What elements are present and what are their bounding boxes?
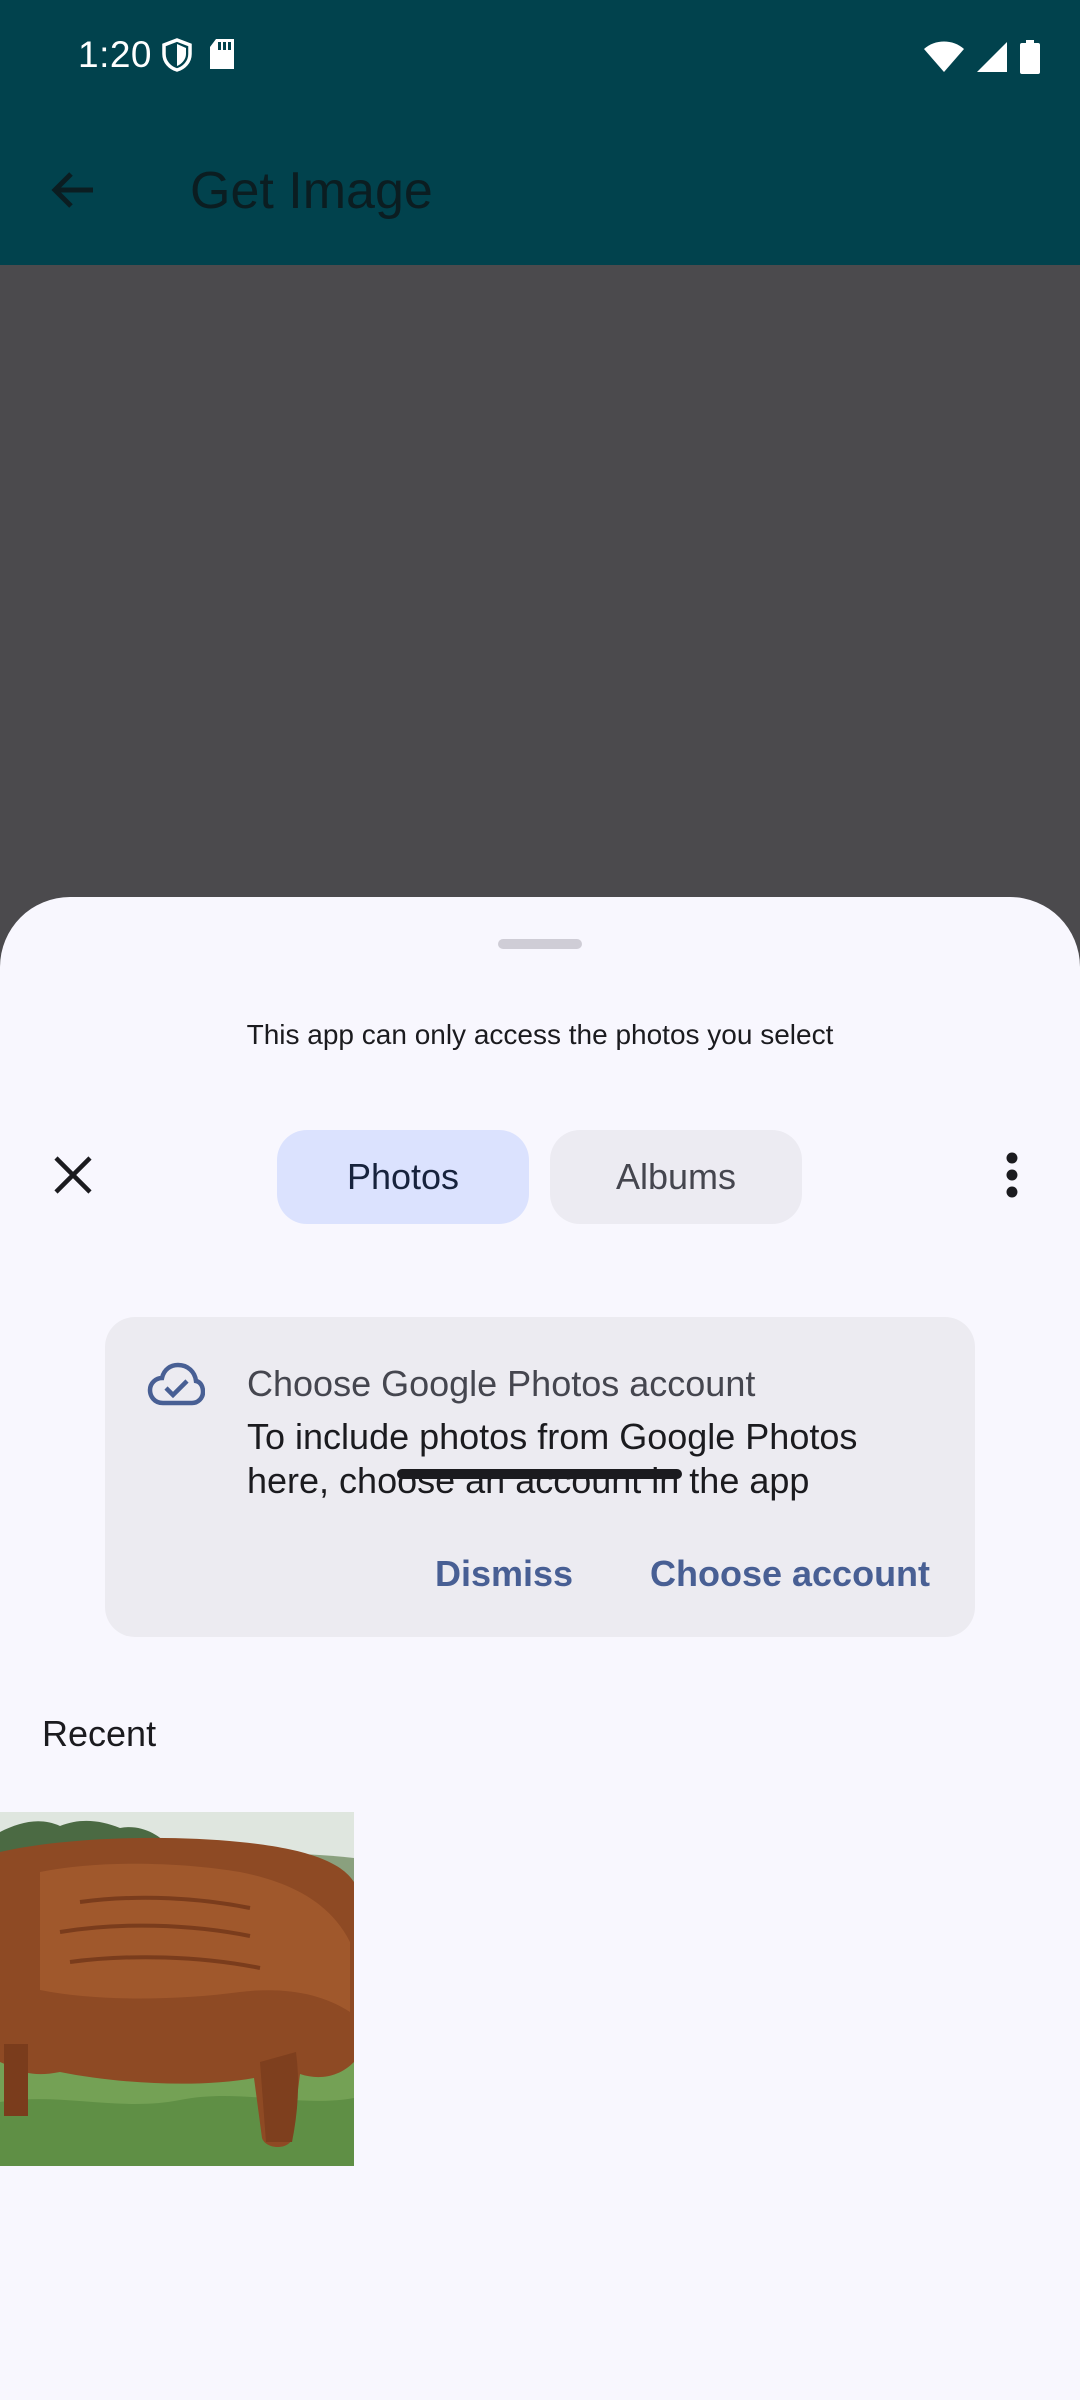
gesture-navigation-bar[interactable]: [397, 1469, 682, 1479]
close-button[interactable]: [42, 1146, 104, 1208]
choose-account-button[interactable]: Choose account: [650, 1553, 930, 1595]
status-bar: 1:20: [0, 0, 1080, 117]
wifi-icon: [924, 41, 964, 78]
more-vert-icon: [1005, 1152, 1019, 1203]
arrow-back-icon: [49, 166, 97, 219]
battery-icon: [1020, 40, 1040, 79]
signal-icon: [976, 41, 1008, 78]
sd-card-icon: [208, 39, 236, 76]
overflow-menu-button[interactable]: [988, 1143, 1036, 1211]
recent-section-label: Recent: [42, 1713, 157, 1754]
banner-title: Choose Google Photos account: [247, 1363, 756, 1404]
tab-albums[interactable]: Albums: [550, 1130, 802, 1224]
drag-handle[interactable]: [498, 939, 582, 949]
status-right-icons: [924, 40, 1040, 79]
sheet-subtitle: This app can only access the photos you …: [246, 1019, 834, 1050]
tab-photos[interactable]: Photos: [277, 1130, 529, 1224]
scrim[interactable]: [0, 265, 1080, 897]
dismiss-button[interactable]: Dismiss: [435, 1553, 573, 1595]
photo-thumbnail[interactable]: [0, 1812, 354, 2166]
photo-picker-sheet: This app can only access the photos you …: [0, 897, 1080, 2400]
cloud-check-icon: [147, 1361, 206, 1409]
back-button[interactable]: [40, 159, 106, 225]
status-time: 1:20: [78, 34, 153, 75]
shield-icon: [162, 38, 192, 77]
status-left-icons: [162, 38, 236, 77]
banner-body: To include photos from Google Photos her…: [247, 1416, 858, 1501]
close-icon: [52, 1154, 94, 1201]
app-title: Get Image: [190, 162, 433, 220]
app-bar: Get Image: [0, 117, 1080, 265]
